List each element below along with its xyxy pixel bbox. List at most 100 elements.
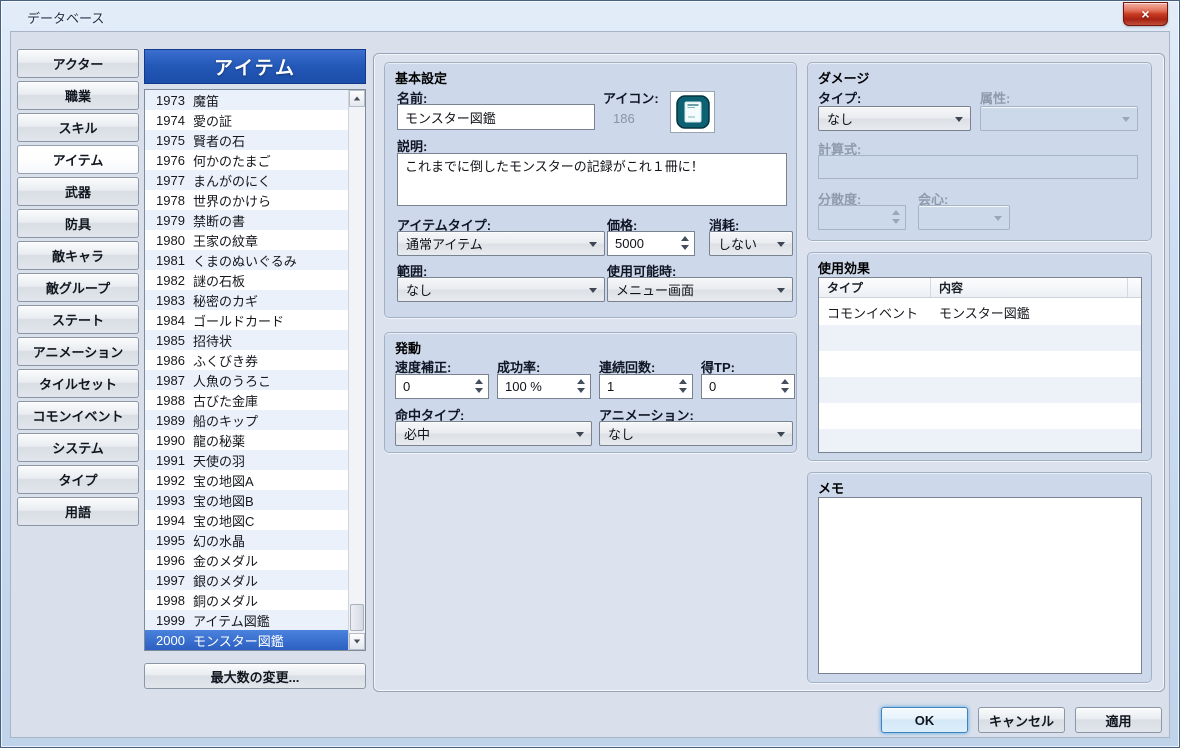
hit-type-select[interactable]: 必中 — [395, 421, 592, 446]
list-scrollbar[interactable] — [348, 90, 365, 650]
list-item-name: ふくびき券 — [193, 351, 258, 370]
list-item-name: 船のキップ — [193, 411, 258, 430]
list-item-name: 宝の地図C — [193, 511, 254, 530]
list-item[interactable]: 1975 賢者の石 — [145, 130, 348, 150]
sidebar-tab[interactable]: システム — [17, 433, 139, 462]
scroll-thumb[interactable] — [350, 604, 364, 631]
list-item[interactable]: 1978 世界のかけら — [145, 190, 348, 210]
price-stepper[interactable]: 5000 — [607, 231, 695, 256]
sidebar-tab[interactable]: ステート — [17, 305, 139, 334]
sidebar-tab[interactable]: 敵グループ — [17, 273, 139, 302]
sidebar-tab[interactable]: 用語 — [17, 497, 139, 526]
sidebar-tab[interactable]: コモンイベント — [17, 401, 139, 430]
list-item[interactable]: 1990 龍の秘薬 — [145, 430, 348, 450]
chevron-down-icon — [576, 432, 584, 437]
speed-value: 0 — [403, 379, 410, 394]
sidebar-tab[interactable]: タイルセット — [17, 369, 139, 398]
effects-table-body[interactable]: コモンイベント モンスター図鑑 — [819, 299, 1141, 452]
effects-col-content: 内容 — [931, 278, 1128, 297]
list-item[interactable]: 1992 宝の地図A — [145, 470, 348, 490]
sidebar-tab[interactable]: 敵キャラ — [17, 241, 139, 270]
sidebar-tab[interactable]: タイプ — [17, 465, 139, 494]
close-button[interactable]: × — [1123, 2, 1168, 26]
list-item-id: 1985 — [156, 333, 193, 348]
change-maximum-button[interactable]: 最大数の変更... — [144, 663, 366, 689]
list-item[interactable]: 1995 幻の水晶 — [145, 530, 348, 550]
repeats-stepper[interactable]: 1 — [599, 374, 693, 399]
animation-select[interactable]: なし — [599, 421, 793, 446]
list-item[interactable]: 1999 アイテム図鑑 — [145, 610, 348, 630]
item-list: 1973 魔笛 1974 愛の証 1975 賢者の石 1976 — [144, 89, 366, 651]
list-item[interactable]: 1981 くまのぬいぐるみ — [145, 250, 348, 270]
list-item-name: 何かのたまご — [193, 151, 271, 170]
sidebar-tab[interactable]: 職業 — [17, 81, 139, 110]
item-type-select[interactable]: 通常アイテム — [397, 231, 605, 256]
sidebar-tab[interactable]: アイテム — [17, 145, 139, 174]
spinner-arrows-icon[interactable] — [577, 379, 585, 393]
description-input[interactable]: これまでに倒したモンスターの記録がこれ１冊に！ — [397, 153, 787, 206]
list-item[interactable]: 1984 ゴールドカード — [145, 310, 348, 330]
effect-row[interactable]: コモンイベント モンスター図鑑 — [819, 299, 1141, 325]
list-item-id: 1990 — [156, 433, 193, 448]
list-item[interactable]: 1974 愛の証 — [145, 110, 348, 130]
list-item-id: 1984 — [156, 313, 193, 328]
icon-button[interactable] — [670, 91, 715, 133]
chevron-down-icon — [589, 288, 597, 293]
title-bar[interactable]: データベース × — [1, 1, 1179, 31]
occasion-select[interactable]: メニュー画面 — [607, 277, 793, 302]
consumable-select[interactable]: しない — [709, 231, 793, 256]
note-input[interactable] — [818, 497, 1142, 674]
sidebar-tab[interactable]: 武器 — [17, 177, 139, 206]
scope-select[interactable]: なし — [397, 277, 605, 302]
scroll-up-button[interactable] — [349, 90, 365, 107]
list-item[interactable]: 1980 王家の紋章 — [145, 230, 348, 250]
ok-label: OK — [915, 713, 935, 728]
sidebar-tab[interactable]: スキル — [17, 113, 139, 142]
list-item[interactable]: 1987 人魚のうろこ — [145, 370, 348, 390]
ok-button[interactable]: OK — [881, 707, 968, 733]
list-item-name: 幻の水晶 — [193, 531, 245, 550]
list-item[interactable]: 1983 秘密のカギ — [145, 290, 348, 310]
list-item[interactable]: 1982 謎の石板 — [145, 270, 348, 290]
scope-value: なし — [406, 280, 432, 299]
apply-button[interactable]: 適用 — [1075, 707, 1162, 733]
list-item[interactable]: 1973 魔笛 — [145, 90, 348, 110]
success-rate-stepper[interactable]: 100 % — [497, 374, 591, 399]
sidebar-tab[interactable]: アニメーション — [17, 337, 139, 366]
sidebar-tab-label: ステート — [52, 310, 104, 329]
cancel-button[interactable]: キャンセル — [978, 707, 1065, 733]
scroll-down-button[interactable] — [349, 633, 365, 650]
price-value: 5000 — [615, 236, 644, 251]
damage-type-select[interactable]: なし — [818, 106, 971, 131]
spinner-arrows-icon[interactable] — [781, 379, 789, 393]
spinner-arrows-icon[interactable] — [679, 379, 687, 393]
list-item[interactable]: 1996 金のメダル — [145, 550, 348, 570]
list-item[interactable]: 2000 モンスター図鑑 — [145, 630, 348, 650]
list-item[interactable]: 1985 招待状 — [145, 330, 348, 350]
sidebar-tab[interactable]: アクター — [17, 49, 139, 78]
list-item[interactable]: 1994 宝の地図C — [145, 510, 348, 530]
list-item[interactable]: 1976 何かのたまご — [145, 150, 348, 170]
list-item[interactable]: 1998 銅のメダル — [145, 590, 348, 610]
icon-index: 186 — [613, 111, 635, 126]
effect-type: コモンイベント — [819, 303, 931, 322]
list-item-id: 1993 — [156, 493, 193, 508]
list-item[interactable]: 1986 ふくびき券 — [145, 350, 348, 370]
list-item[interactable]: 1989 船のキップ — [145, 410, 348, 430]
scroll-up-icon — [354, 97, 360, 101]
list-item-name: 宝の地図B — [193, 491, 254, 510]
list-item[interactable]: 1977 まんがのにく — [145, 170, 348, 190]
list-item[interactable]: 1988 古びた金庫 — [145, 390, 348, 410]
speed-stepper[interactable]: 0 — [395, 374, 489, 399]
spinner-arrows-icon[interactable] — [475, 379, 483, 393]
name-input[interactable]: モンスター図鑑 — [397, 104, 595, 130]
list-item-name: 人魚のうろこ — [193, 371, 271, 390]
list-item[interactable]: 1991 天使の羽 — [145, 450, 348, 470]
list-item[interactable]: 1993 宝の地図B — [145, 490, 348, 510]
list-item[interactable]: 1997 銀のメダル — [145, 570, 348, 590]
tp-gain-stepper[interactable]: 0 — [701, 374, 795, 399]
sidebar-tab[interactable]: 防具 — [17, 209, 139, 238]
spinner-arrows-icon[interactable] — [681, 236, 689, 250]
list-item[interactable]: 1979 禁断の書 — [145, 210, 348, 230]
list-item-id: 1998 — [156, 593, 193, 608]
